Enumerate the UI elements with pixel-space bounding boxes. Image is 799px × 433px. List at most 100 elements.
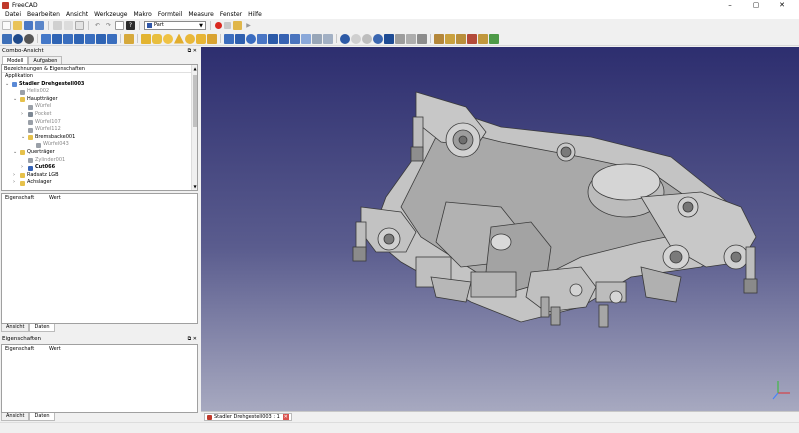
new-file-icon[interactable] (2, 20, 11, 30)
ruled-surface-icon[interactable] (301, 33, 311, 44)
fit-selection-icon[interactable] (13, 33, 23, 44)
tree-item[interactable]: › Pocket (2, 111, 197, 119)
revolve-icon[interactable] (246, 33, 256, 44)
menu-bearbeiten[interactable]: Bearbeiten (24, 10, 63, 19)
maximize-button[interactable]: ▢ (743, 0, 769, 10)
save-as-icon[interactable] (35, 20, 44, 30)
collapse-arrow-icon[interactable]: ⌄ (21, 134, 25, 142)
cone-icon[interactable] (174, 33, 184, 44)
boolean-icon[interactable] (340, 33, 350, 44)
top-view-icon[interactable] (63, 33, 73, 44)
tree-item[interactable]: Würfel107 (2, 119, 197, 127)
menu-datei[interactable]: Datei (2, 10, 24, 19)
tree-item[interactable]: ⌄ Hauptträger (2, 96, 197, 104)
open-file-icon[interactable] (13, 20, 22, 30)
menu-makro[interactable]: Makro (131, 10, 155, 19)
menu-fenster[interactable]: Fenster (217, 10, 245, 19)
copy-icon[interactable] (64, 20, 73, 30)
minimize-button[interactable]: – (717, 0, 743, 10)
expand-arrow-icon[interactable]: › (13, 179, 15, 187)
clear-all-icon[interactable] (467, 33, 477, 44)
left-view-icon[interactable] (107, 33, 117, 44)
menu-werkzeuge[interactable]: Werkzeuge (91, 10, 130, 19)
3d-viewport[interactable] (201, 47, 799, 411)
rear-view-icon[interactable] (85, 33, 95, 44)
loft-icon[interactable] (312, 33, 322, 44)
split-features-icon[interactable] (395, 33, 405, 44)
tab-modell[interactable]: Modell (2, 56, 29, 64)
make-face-icon[interactable] (290, 33, 300, 44)
save-icon[interactable] (24, 20, 33, 30)
shape-builder-icon[interactable] (224, 33, 234, 44)
fit-all-icon[interactable] (2, 33, 12, 44)
cut-icon[interactable] (53, 20, 62, 30)
tree-item[interactable]: Helix002 (2, 88, 197, 96)
panel-float-close-buttons[interactable]: ⧉ ✕ (188, 335, 197, 343)
tree-item[interactable]: Würfel043 (2, 141, 197, 149)
close-window-button[interactable]: ✕ (769, 0, 795, 10)
expand-arrow-icon[interactable]: › (21, 111, 23, 119)
compound-tools-icon[interactable] (406, 33, 416, 44)
redo-icon[interactable]: ↷ (104, 21, 113, 30)
menu-hilfe[interactable]: Hilfe (245, 10, 265, 19)
close-tab-icon[interactable]: ✕ (282, 414, 289, 420)
tree-item[interactable]: › Radsatz LGB (2, 172, 197, 180)
sweep-icon[interactable] (323, 33, 333, 44)
join-features-icon[interactable] (384, 33, 394, 44)
measure-icon[interactable] (124, 33, 134, 44)
tree-scrollbar[interactable]: ▲ ▼ (191, 65, 197, 190)
tab-daten[interactable]: Daten (29, 413, 55, 421)
tree-item[interactable]: ⌄ Stadler Drehgestell003 (2, 81, 197, 89)
isometric-view-icon[interactable] (41, 33, 51, 44)
tree-item[interactable]: ⌄ Bremsbacke001 (2, 134, 197, 142)
bottom-view-icon[interactable] (96, 33, 106, 44)
check-geometry-icon[interactable] (417, 33, 427, 44)
whats-this-icon[interactable]: ? (126, 20, 135, 30)
scroll-up-icon[interactable]: ▲ (192, 66, 198, 71)
tree-item[interactable]: › Cut066 (2, 164, 197, 172)
tree-item[interactable]: Zylinder001 (2, 157, 197, 165)
scroll-down-icon[interactable]: ▼ (192, 184, 198, 189)
menu-ansicht[interactable]: Ansicht (63, 10, 91, 19)
tube-icon[interactable] (196, 33, 206, 44)
refresh-icon[interactable] (115, 20, 124, 30)
measure-linear-icon[interactable] (434, 33, 444, 44)
undo-icon[interactable]: ↶ (93, 21, 102, 30)
tree-item[interactable]: › Achslager (2, 179, 197, 187)
chamfer-icon[interactable] (279, 33, 289, 44)
extrude-icon[interactable] (235, 33, 245, 44)
expand-arrow-icon[interactable]: › (21, 164, 23, 172)
paste-icon[interactable] (75, 20, 84, 30)
measure-refresh-icon[interactable] (456, 33, 466, 44)
document-tab[interactable]: Stadler Drehgestell003 : 1 ✕ (204, 413, 292, 421)
collapse-arrow-icon[interactable]: ⌄ (5, 81, 9, 89)
tree-item[interactable]: Würfel (2, 103, 197, 111)
tree-item[interactable]: ⌄ Querträger (2, 149, 197, 157)
tab-daten[interactable]: Daten (29, 324, 55, 332)
right-view-icon[interactable] (74, 33, 84, 44)
cylinder-icon[interactable] (152, 33, 162, 44)
tree-item[interactable]: Würfel112 (2, 126, 197, 134)
workbench-selector[interactable]: Part ▼ (144, 20, 206, 30)
run-macro-icon[interactable]: ▶ (244, 21, 253, 30)
scrollbar-thumb[interactable] (193, 75, 197, 127)
sphere-icon[interactable] (163, 33, 173, 44)
tab-ansicht[interactable]: Ansicht (1, 413, 30, 421)
cut-shapes-icon[interactable] (351, 33, 361, 44)
record-macro-icon[interactable] (215, 21, 222, 29)
torus-icon[interactable] (185, 33, 195, 44)
front-view-icon[interactable] (52, 33, 62, 44)
toggle-all-icon[interactable] (478, 33, 488, 44)
common-icon[interactable] (373, 33, 383, 44)
edit-macro-icon[interactable] (233, 20, 242, 30)
cube-icon[interactable] (141, 33, 151, 44)
expand-arrow-icon[interactable]: › (13, 172, 15, 180)
menu-measure[interactable]: Measure (185, 10, 217, 19)
mirror-icon[interactable] (257, 33, 267, 44)
fillet-icon[interactable] (268, 33, 278, 44)
stop-macro-icon[interactable] (224, 21, 231, 29)
collapse-arrow-icon[interactable]: ⌄ (13, 149, 17, 157)
fuse-icon[interactable] (362, 33, 372, 44)
measure-angular-icon[interactable] (445, 33, 455, 44)
tab-ansicht[interactable]: Ansicht (1, 324, 30, 332)
